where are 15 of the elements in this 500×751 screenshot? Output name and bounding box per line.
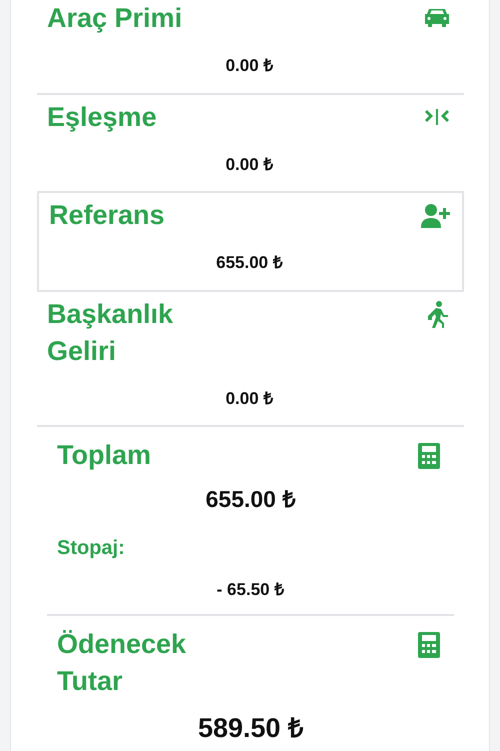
income-title: Araç Primi [47,2,184,35]
income-amount: 0.00 ₺ [224,388,274,410]
income-title: Başkanlık Geliri [47,298,174,368]
income-title: Referans [49,199,166,232]
income-amount: 0.00 ₺ [224,154,274,176]
withholding-label: Stopaj: [57,536,126,560]
income-amount: 655.00 ₺ [215,252,284,274]
payable-amount: 589.50 ₺ [196,712,304,745]
income-title: Eşleşme [47,100,158,134]
income-amount: 0.00 ₺ [224,55,274,77]
total-amount: 655.00 ₺ [204,485,296,514]
total-title: Toplam [57,439,152,472]
withholding-amount: - 65.50 ₺ [216,578,286,600]
payable-title: Ödenecek Tutar [57,628,188,698]
user-plus-icon [420,201,450,231]
